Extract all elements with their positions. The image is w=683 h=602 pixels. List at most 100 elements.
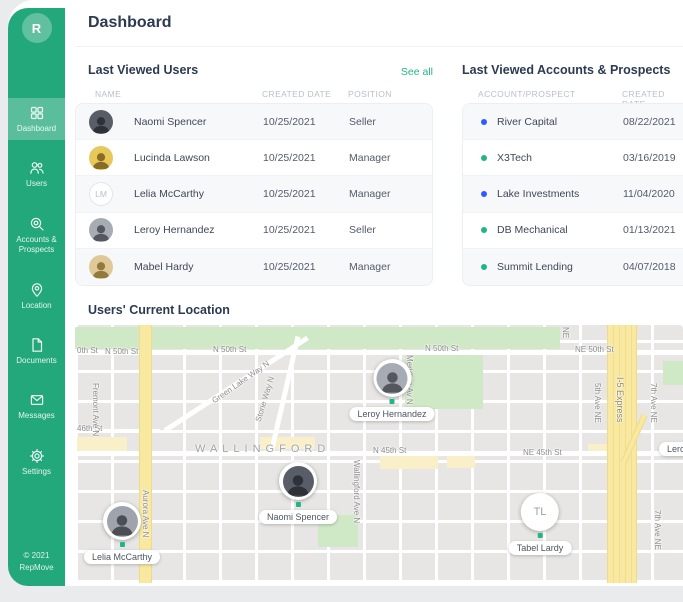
marker-label: Tabel Lardy <box>509 541 572 555</box>
marker-avatar <box>279 462 317 500</box>
sidebar-item-location[interactable]: Location <box>8 275 65 317</box>
street-label: Stone Way N <box>254 375 276 422</box>
document-icon <box>29 337 45 353</box>
street-label: NE 45th St <box>523 448 562 457</box>
sidebar-item-dashboard[interactable]: Dashboard <box>8 98 65 140</box>
avatar <box>89 110 113 134</box>
accounts-section-title: Last Viewed Accounts & Prospects <box>462 63 670 77</box>
sidebar-item-label: Settings <box>22 467 51 477</box>
table-row[interactable]: X3Tech 03/16/2019 <box>463 140 683 176</box>
map-marker-naomi[interactable]: Naomi Spencer <box>259 462 337 524</box>
marker-avatar <box>373 359 411 397</box>
user-position: Manager <box>349 152 390 164</box>
sidebar-item-users[interactable]: Users <box>8 153 65 195</box>
table-row[interactable]: River Capital 08/22/2021 <box>463 104 683 140</box>
user-name: Leroy Hernandez <box>134 224 215 236</box>
app-logo[interactable]: R <box>22 13 52 43</box>
header-divider <box>75 46 683 47</box>
user-created-date: 10/25/2021 <box>263 261 316 273</box>
street-label: 5th Ave NE <box>593 383 602 423</box>
map-marker-leroy[interactable]: Leroy Hernandez <box>349 359 434 421</box>
avatar <box>89 255 113 279</box>
user-name: Naomi Spencer <box>134 116 206 128</box>
users-col-created: CREATED DATE <box>262 89 331 99</box>
sidebar-item-label: Users <box>26 179 47 189</box>
account-created-date: 03/16/2019 <box>623 152 676 164</box>
road-i5-express <box>607 325 637 583</box>
user-position: Manager <box>349 261 390 273</box>
sidebar-item-documents[interactable]: Documents <box>8 330 65 372</box>
avatar-initials: LM <box>89 182 113 206</box>
map-marker-lelia[interactable]: Lelia McCarthy <box>84 502 160 564</box>
table-row[interactable]: Mabel Hardy 10/25/2021 Manager <box>76 249 432 285</box>
table-row[interactable]: Lucinda Lawson 10/25/2021 Manager <box>76 140 432 176</box>
user-name: Mabel Hardy <box>134 261 194 273</box>
sidebar-item-messages[interactable]: Messages <box>8 385 65 427</box>
marker-dot <box>389 399 394 404</box>
account-created-date: 08/22/2021 <box>623 116 676 128</box>
account-name: River Capital <box>497 116 557 128</box>
street-label: 7th Ave NE <box>649 383 658 423</box>
account-name: Lake Investments <box>497 188 579 200</box>
see-all-link[interactable]: See all <box>75 66 433 78</box>
avatar <box>89 146 113 170</box>
screenshot-stage: R Dashboard Users <box>0 0 683 602</box>
table-row[interactable]: DB Mechanical 01/13/2021 <box>463 213 683 249</box>
street-label: 0th St <box>77 346 98 355</box>
account-name: Summit Lending <box>497 261 573 273</box>
user-name: Lucinda Lawson <box>134 152 210 164</box>
user-created-date: 10/25/2021 <box>263 116 316 128</box>
users-col-position: POSITION <box>348 89 392 99</box>
cut-marker-label: Lero <box>659 442 683 456</box>
dashboard-grid-icon <box>29 105 45 121</box>
sidebar-item-label: Documents <box>16 356 56 366</box>
street-label: N 50th St <box>213 345 246 354</box>
users-icon <box>29 160 45 176</box>
marker-avatar: TL <box>521 493 559 531</box>
marker-dot <box>296 502 301 507</box>
table-row[interactable]: Lake Investments 11/04/2020 <box>463 176 683 212</box>
sidebar-item-label: Accounts & Prospects <box>11 235 63 256</box>
marker-dot <box>120 542 125 547</box>
map-marker-tabel[interactable]: TL Tabel Lardy <box>509 493 572 555</box>
account-created-date: 01/13/2021 <box>623 224 676 236</box>
table-row[interactable]: Naomi Spencer 10/25/2021 Seller <box>76 104 432 140</box>
sidebar-item-label: Location <box>21 301 51 311</box>
table-row[interactable]: Summit Lending 04/07/2018 <box>463 249 683 285</box>
street-label: I-5 Express <box>615 377 625 423</box>
envelope-icon <box>29 392 45 408</box>
street-label: N 50th St <box>425 344 458 353</box>
user-name: Lelia McCarthy <box>134 188 204 200</box>
accounts-col-name: ACCOUNT/PROSPECT <box>478 89 576 99</box>
table-row[interactable]: Leroy Hernandez 10/25/2021 Seller <box>76 213 432 249</box>
account-dot <box>481 191 487 197</box>
map-section-title: Users' Current Location <box>88 303 230 317</box>
accounts-table: River Capital 08/22/2021 X3Tech 03/16/20… <box>462 103 683 286</box>
marker-dot <box>538 533 543 538</box>
street-label: N 45th St <box>373 446 406 455</box>
main-content: Dashboard Last Viewed Users See all NAME… <box>65 0 683 586</box>
street-label: NE <box>561 327 570 338</box>
users-col-name: NAME <box>95 89 121 99</box>
user-position: Seller <box>349 116 376 128</box>
street-label: Fremont Ave N <box>91 383 100 436</box>
sidebar-item-accounts-prospects[interactable]: Accounts & Prospects <box>8 209 65 262</box>
sidebar-item-label: Messages <box>18 411 54 421</box>
sidebar-item-label: Dashboard <box>17 124 56 134</box>
user-created-date: 10/25/2021 <box>263 188 316 200</box>
prospect-dot <box>481 155 487 161</box>
table-row[interactable]: LM Lelia McCarthy 10/25/2021 Manager <box>76 176 432 212</box>
park-area <box>663 361 683 385</box>
neighborhood-label: WALLINGFORD <box>195 443 330 455</box>
user-position: Manager <box>349 188 390 200</box>
avatar <box>89 218 113 242</box>
account-name: DB Mechanical <box>497 224 568 236</box>
sidebar-item-settings[interactable]: Settings <box>8 441 65 483</box>
sidebar: R Dashboard Users <box>8 8 65 586</box>
marker-label: Naomi Spencer <box>259 510 337 524</box>
building-block <box>77 437 127 451</box>
app-window: R Dashboard Users <box>8 0 683 586</box>
street-label: N 50th St <box>105 347 138 356</box>
sidebar-nav: Dashboard Users Accounts & Prospects <box>8 98 65 483</box>
users-location-map[interactable]: 0th St N 50th St N 50th St N 50th St NE … <box>75 325 683 583</box>
